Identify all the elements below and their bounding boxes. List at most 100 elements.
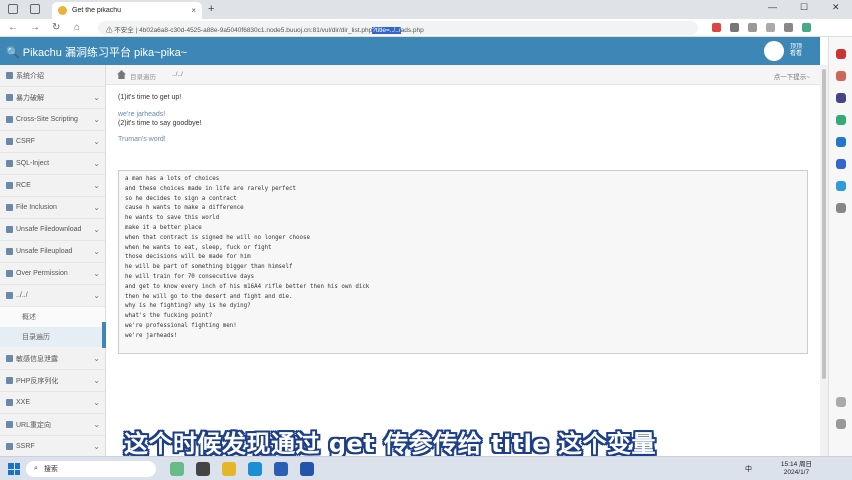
sidebar-item-unsafe-download[interactable]: Unsafe Filedownload ⌄ bbox=[0, 219, 105, 241]
sidebar-item-label: File Inclusion bbox=[16, 204, 57, 211]
sidebar-item-label: RCE bbox=[16, 182, 31, 189]
taskbar-search[interactable]: ⌕ 搜索 bbox=[26, 461, 156, 477]
sidebar-item-url-redirect[interactable]: URL重定向 ⌄ bbox=[0, 414, 105, 436]
sidebar-item-csrf[interactable]: CSRF ⌄ bbox=[0, 131, 105, 153]
home-icon[interactable]: ⌂ bbox=[74, 22, 80, 33]
chevron-down-icon: ⌄ bbox=[93, 354, 100, 363]
user-line-2: 看看 bbox=[790, 51, 803, 57]
settings-icon[interactable] bbox=[836, 419, 846, 429]
office-icon[interactable] bbox=[836, 137, 846, 147]
sidebar-item-bruteforce[interactable]: 暴力破解 ⌄ bbox=[0, 87, 105, 109]
back-icon[interactable]: ← bbox=[8, 22, 18, 33]
task-view-icon[interactable] bbox=[196, 462, 210, 476]
video-subtitle: 这个时候发现通过 get 传参传给 title 这个变量 bbox=[124, 430, 657, 458]
games-icon[interactable] bbox=[836, 115, 846, 125]
sidebar-item-intro[interactable]: 系统介绍 bbox=[0, 65, 105, 87]
tab-title: Get the pikachu bbox=[72, 7, 122, 14]
poem-line: cause h wants to make a difference bbox=[125, 205, 244, 212]
outlook-icon[interactable] bbox=[836, 159, 846, 169]
scrollbar-thumb[interactable] bbox=[822, 69, 826, 379]
sidebar-item-file-inclusion[interactable]: File Inclusion ⌄ bbox=[0, 197, 105, 219]
sidebar-item-dir-traversal[interactable]: ../../ ⌄ bbox=[0, 285, 105, 307]
app-brand[interactable]: 🔍 Pikachu 漏洞练习平台 pika~pika~ bbox=[6, 44, 187, 60]
breadcrumb-item-dir-list[interactable]: 目录遍历 bbox=[130, 71, 156, 81]
sidebar-item-over-permission[interactable]: Over Permission ⌄ bbox=[0, 263, 105, 285]
sidebar-icon bbox=[6, 421, 13, 428]
minimize-button[interactable]: — bbox=[768, 2, 777, 12]
file-explorer-icon[interactable] bbox=[222, 462, 236, 476]
reload-icon[interactable]: ↻ bbox=[52, 22, 60, 33]
tools-icon[interactable] bbox=[836, 93, 846, 103]
content-line-3[interactable]: (2)it's time to say goodbye! bbox=[118, 120, 201, 127]
ime-indicator[interactable]: 中 bbox=[745, 464, 752, 474]
sidebar-item-label: Cross-Site Scripting bbox=[16, 116, 78, 123]
app-icon-6[interactable] bbox=[300, 462, 314, 476]
sidebar-layout-icon[interactable] bbox=[836, 397, 846, 407]
search-icon: ⌕ bbox=[34, 465, 38, 472]
poem-line: we're professional fighting men! bbox=[125, 322, 237, 329]
clock[interactable]: 15:14 周日 2024/1/7 bbox=[781, 461, 812, 477]
new-tab-button[interactable]: + bbox=[208, 3, 214, 15]
sidebar-item-sqli[interactable]: SQL-Inject ⌄ bbox=[0, 153, 105, 175]
sidebar-subitem-dir-list[interactable]: 目录遍历 bbox=[0, 327, 105, 347]
extension-icon[interactable] bbox=[712, 23, 721, 32]
sidebar-item-xxe[interactable]: XXE ⌄ bbox=[0, 392, 105, 414]
add-icon[interactable] bbox=[836, 203, 846, 213]
poem-line: when that contract is signed he will no … bbox=[125, 234, 310, 241]
maximize-button[interactable]: ☐ bbox=[800, 2, 808, 13]
shopping-icon[interactable] bbox=[836, 71, 846, 81]
sidebar-item-rce[interactable]: RCE ⌄ bbox=[0, 175, 105, 197]
drop-icon[interactable] bbox=[836, 181, 846, 191]
copilot-icon[interactable] bbox=[802, 23, 811, 32]
poem-line: we're jarheads! bbox=[125, 332, 178, 339]
sidebar-item-php-unserialize[interactable]: PHP反序列化 ⌄ bbox=[0, 370, 105, 392]
chevron-down-icon: ⌄ bbox=[93, 93, 100, 102]
hint-link[interactable]: 点一下提示~ bbox=[774, 71, 810, 81]
close-window-button[interactable]: ✕ bbox=[832, 2, 840, 13]
sidebar-icon bbox=[6, 138, 13, 145]
settings-more-icon[interactable] bbox=[784, 23, 793, 32]
poem-line: and these choices made in life are rarel… bbox=[125, 185, 297, 192]
sidebar-item-label: URL重定向 bbox=[16, 421, 52, 429]
poem-line: then he will go to the desert and fight … bbox=[125, 293, 293, 300]
poem-line: make it a better place bbox=[125, 224, 202, 231]
app-icon-1[interactable] bbox=[170, 462, 184, 476]
home-icon[interactable] bbox=[117, 70, 126, 79]
sidebar-icon bbox=[6, 116, 13, 123]
app-header: 🔍 Pikachu 漏洞练习平台 pika~pika~ 顶顶 看看 bbox=[0, 37, 820, 65]
sidebar-item-ssrf[interactable]: SSRF ⌄ bbox=[0, 436, 105, 456]
sidebar-icon bbox=[6, 72, 13, 79]
tab-actions-icon[interactable] bbox=[30, 4, 40, 14]
sidebar-icon bbox=[6, 94, 13, 101]
taskbar-search-label: 搜索 bbox=[43, 466, 58, 473]
url-main: 4b02a6a8-c30d-4525-a88e-9a5040f6830c1.no… bbox=[139, 27, 373, 34]
chevron-down-icon: ⌄ bbox=[93, 247, 100, 256]
sidebar: 系统介绍 暴力破解 ⌄ Cross-Site Scripting ⌄ CSRF ⌄ S… bbox=[0, 65, 106, 456]
poem-line: those decisions will be made for him bbox=[125, 254, 251, 261]
browser-tab[interactable]: Get the pikachu × bbox=[52, 2, 202, 19]
edge-icon[interactable] bbox=[248, 462, 262, 476]
user-label: 顶顶 看看 bbox=[790, 44, 802, 58]
browser-menu-icon[interactable] bbox=[8, 4, 18, 14]
sidebar-subitem-overview[interactable]: 概述 bbox=[0, 307, 105, 327]
chevron-down-icon: ⌄ bbox=[93, 203, 100, 212]
favorites-icon[interactable] bbox=[730, 23, 739, 32]
profile-icon[interactable] bbox=[766, 23, 775, 32]
sidebar-item-info-leak[interactable]: 敏感信息泄露 ⌄ bbox=[0, 348, 105, 370]
search-icon[interactable] bbox=[836, 49, 846, 59]
windows-start-icon[interactable] bbox=[8, 463, 20, 475]
page-scrollbar[interactable] bbox=[820, 65, 828, 456]
collections-icon[interactable] bbox=[748, 23, 757, 32]
content-line-4: Truman's word! bbox=[118, 136, 166, 143]
url-input[interactable]: ⚠ 不安全 | 4b02a6a8-c30d-4525-a88e-9a5040f6… bbox=[98, 21, 698, 35]
sidebar-item-xss[interactable]: Cross-Site Scripting ⌄ bbox=[0, 109, 105, 131]
sidebar-item-unsafe-upload[interactable]: Unsafe Fileupload ⌄ bbox=[0, 241, 105, 263]
forward-icon[interactable]: → bbox=[30, 22, 40, 33]
user-line-1: 顶顶 bbox=[790, 44, 803, 50]
avatar[interactable] bbox=[764, 41, 784, 61]
chevron-down-icon: ⌄ bbox=[93, 225, 100, 234]
tab-close-icon[interactable]: × bbox=[191, 6, 196, 15]
app-icon-5[interactable] bbox=[274, 462, 288, 476]
content-line-1[interactable]: (1)it's time to get up! bbox=[118, 94, 181, 101]
sidebar-icon bbox=[6, 292, 13, 299]
